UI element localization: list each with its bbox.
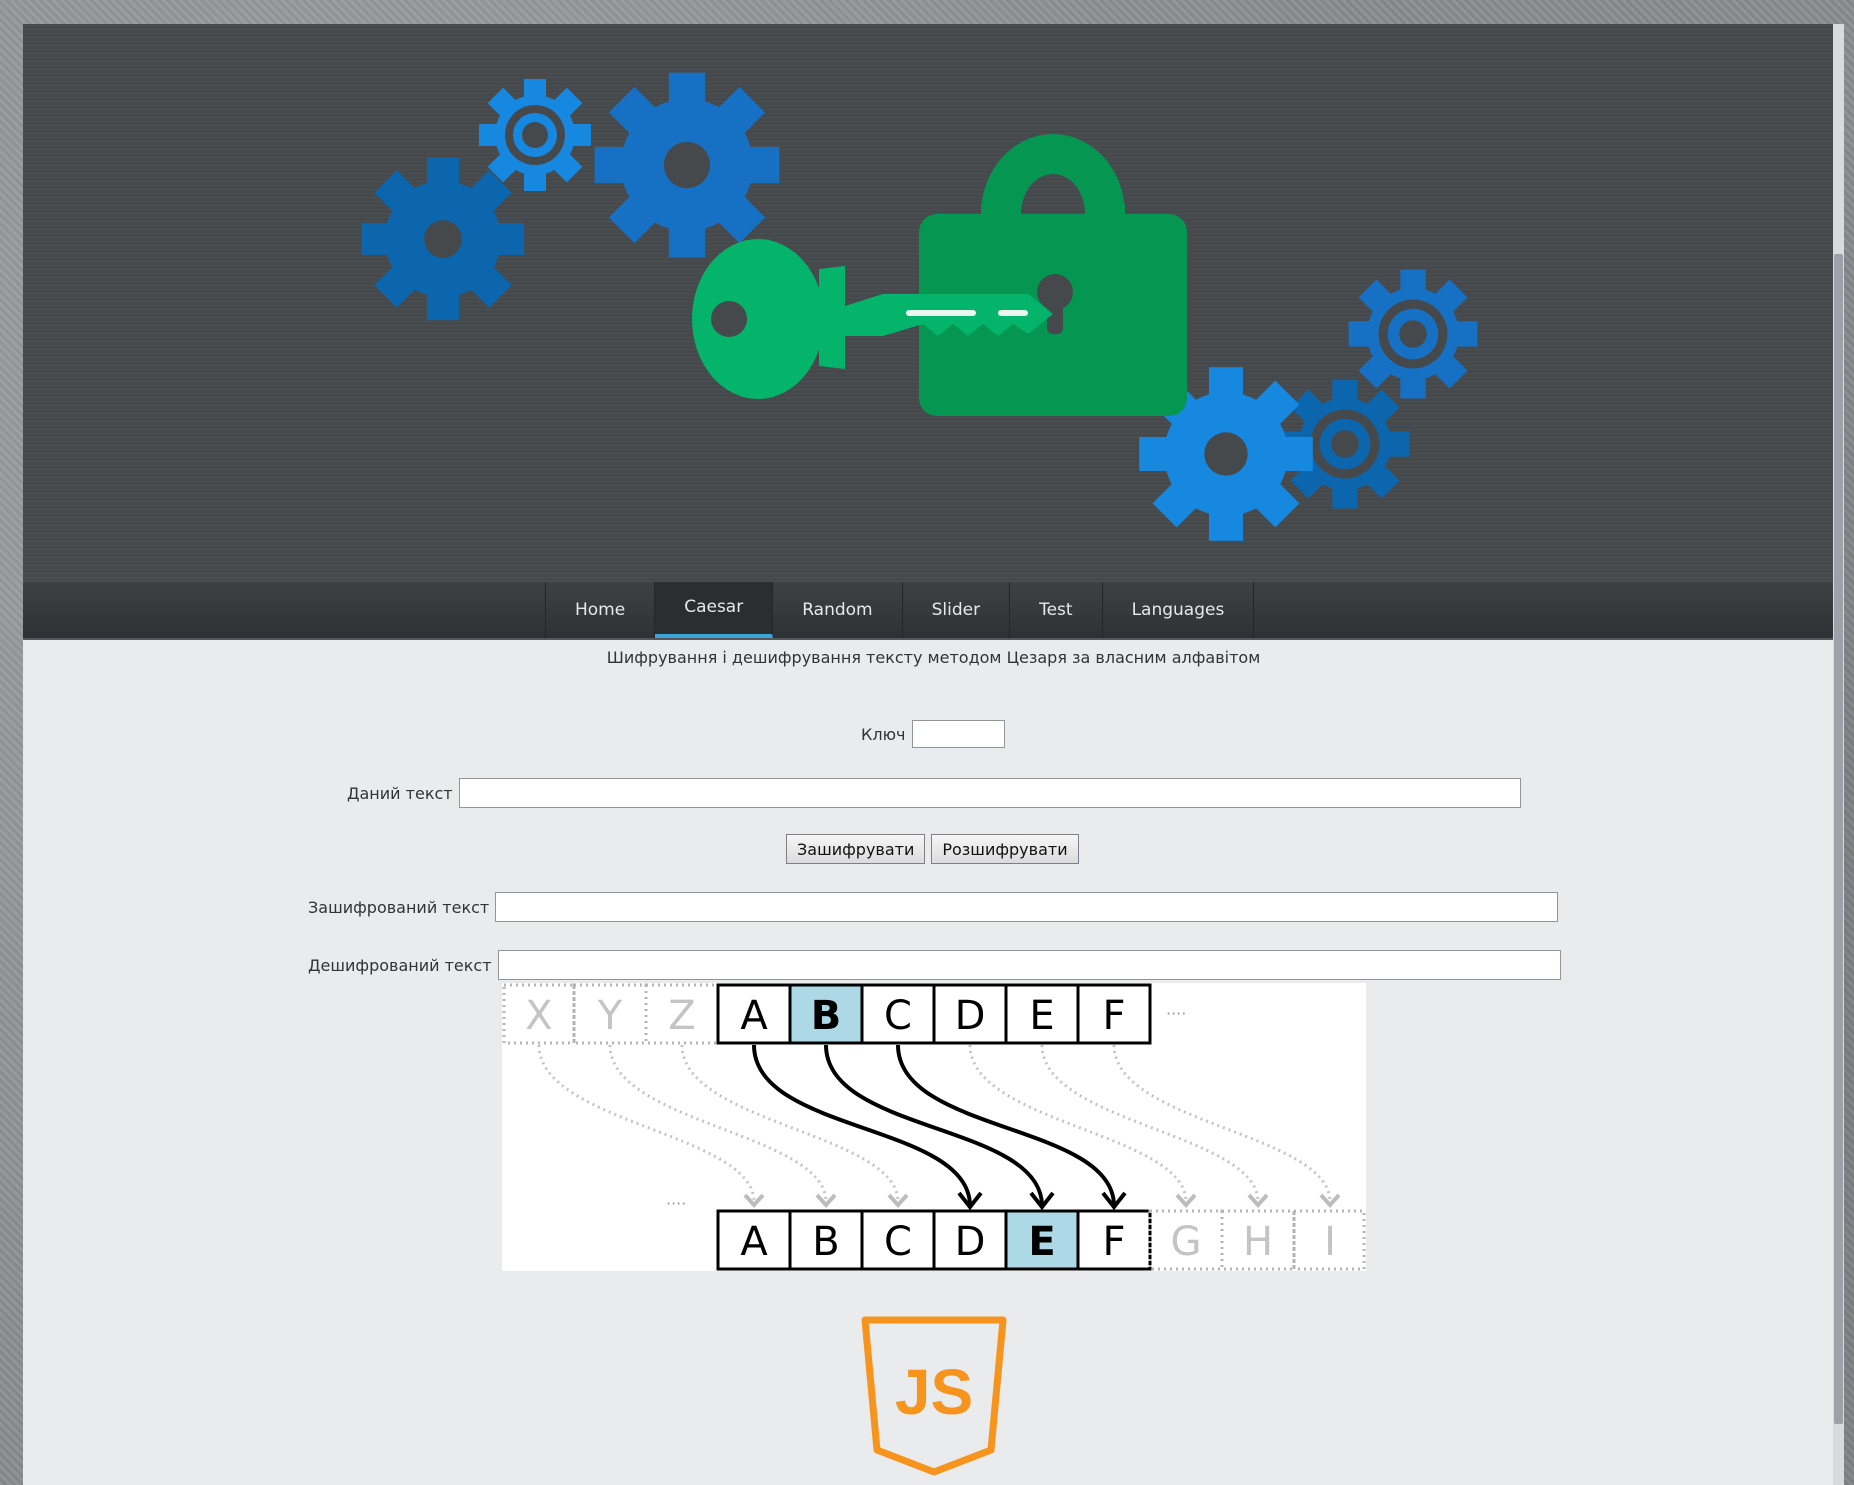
gear-icon	[594, 72, 780, 258]
input-text-field[interactable]	[458, 778, 1521, 808]
nav-item-label: Test	[1039, 600, 1073, 620]
encrypt-button[interactable]: Зашифрувати	[786, 834, 926, 864]
scrollbar-thumb[interactable]	[1834, 254, 1843, 1424]
cipher-letter: I	[1324, 1219, 1336, 1265]
scrollbar[interactable]	[1833, 24, 1844, 1485]
top-cells: A B C D E F	[716, 983, 1152, 1045]
faded-shift-arrows	[537, 1044, 1332, 1202]
cipher-letter: C	[884, 993, 912, 1039]
cipher-letter: F	[1102, 1219, 1125, 1265]
cipher-letter: X	[525, 993, 552, 1039]
cipher-letter: C	[884, 1219, 912, 1265]
cipher-letter: A	[740, 1219, 768, 1265]
cipher-letter: E	[1029, 993, 1054, 1039]
encrypted-text-label: Зашифрований текст	[308, 897, 490, 917]
input-text-label: Даний текст	[347, 783, 453, 803]
decrypted-text-row: Дешифрований текст	[308, 950, 1561, 980]
input-text-row: Даний текст	[347, 778, 1521, 808]
cipher-letter: D	[955, 1219, 986, 1265]
nav-item-label: Caesar	[684, 597, 744, 617]
main-navigation: Home Caesar Random Slider Test Languages	[23, 582, 1844, 640]
cipher-letter: A	[740, 993, 768, 1039]
cipher-cell-faded: Y	[572, 983, 648, 1045]
nav-item-label: Home	[575, 600, 626, 620]
decrypted-text-label: Дешифрований текст	[308, 955, 492, 975]
cipher-letter: H	[1243, 1219, 1273, 1265]
ellipsis: ····	[1166, 1004, 1186, 1023]
nav-item-home[interactable]: Home	[546, 582, 656, 638]
cipher-letter: Y	[597, 993, 623, 1039]
cipher-cell-faded: X	[502, 983, 576, 1045]
gear-icon	[1348, 269, 1478, 399]
bottom-cells: A B C D E F	[716, 1209, 1152, 1271]
caesar-cipher-diagram: X Y Z A B C D E F ···· ···· A B C D E F …	[502, 983, 1366, 1271]
nav-item-test[interactable]: Test	[1010, 582, 1103, 638]
nav-item-languages[interactable]: Languages	[1103, 582, 1255, 638]
nav-item-label: Slider	[931, 600, 981, 620]
cipher-letter-highlighted: E	[1028, 1219, 1055, 1265]
page: Home Caesar Random Slider Test Languages…	[23, 24, 1844, 1485]
decrypt-button[interactable]: Розшифрувати	[931, 834, 1079, 864]
cipher-letter: F	[1102, 993, 1125, 1039]
ellipsis: ····	[666, 1194, 686, 1213]
bottom-faded-cells: G H I	[1148, 1209, 1366, 1271]
padlock-icon	[919, 134, 1187, 416]
crypto-banner-illustration	[361, 72, 1478, 541]
cipher-shift-illustration: X Y Z A B C D E F ···· ···· A B C D E F …	[502, 983, 1366, 1271]
nav-item-caesar[interactable]: Caesar	[655, 582, 774, 638]
nav-item-slider[interactable]: Slider	[903, 582, 1011, 638]
page-subtitle: Шифрування і дешифрування тексту методом…	[606, 648, 1261, 667]
cipher-letter: G	[1171, 1219, 1202, 1265]
nav-item-label: Languages	[1131, 600, 1225, 620]
key-label: Ключ	[861, 724, 906, 744]
encrypted-text-row: Зашифрований текст	[308, 892, 1559, 922]
cipher-letter: D	[955, 993, 986, 1039]
header-banner	[23, 24, 1844, 582]
cipher-letter-highlighted: B	[811, 993, 842, 1039]
shift-arrows	[752, 1044, 1127, 1211]
nav-item-random[interactable]: Random	[773, 582, 903, 638]
cipher-letter: Z	[668, 993, 695, 1039]
gear-icon	[361, 157, 525, 321]
nav-item-label: Random	[802, 600, 873, 620]
cipher-cell-faded: Z	[644, 983, 720, 1045]
js-logo: JS	[861, 1314, 1007, 1482]
top-faded-cells: X Y Z	[502, 983, 720, 1045]
decrypted-text-field[interactable]	[497, 950, 1561, 980]
nav-items: Home Caesar Random Slider Test Languages	[545, 582, 1255, 638]
key-row: Ключ	[861, 720, 1005, 748]
gear-icon	[479, 79, 591, 191]
encrypted-text-field[interactable]	[495, 892, 1559, 922]
javascript-shield-icon: JS	[861, 1316, 1007, 1476]
js-logo-text: JS	[895, 1356, 973, 1428]
action-buttons: Зашифрувати Розшифрувати	[786, 834, 1085, 864]
key-input[interactable]	[911, 720, 1005, 748]
cipher-letter: B	[812, 1219, 839, 1265]
